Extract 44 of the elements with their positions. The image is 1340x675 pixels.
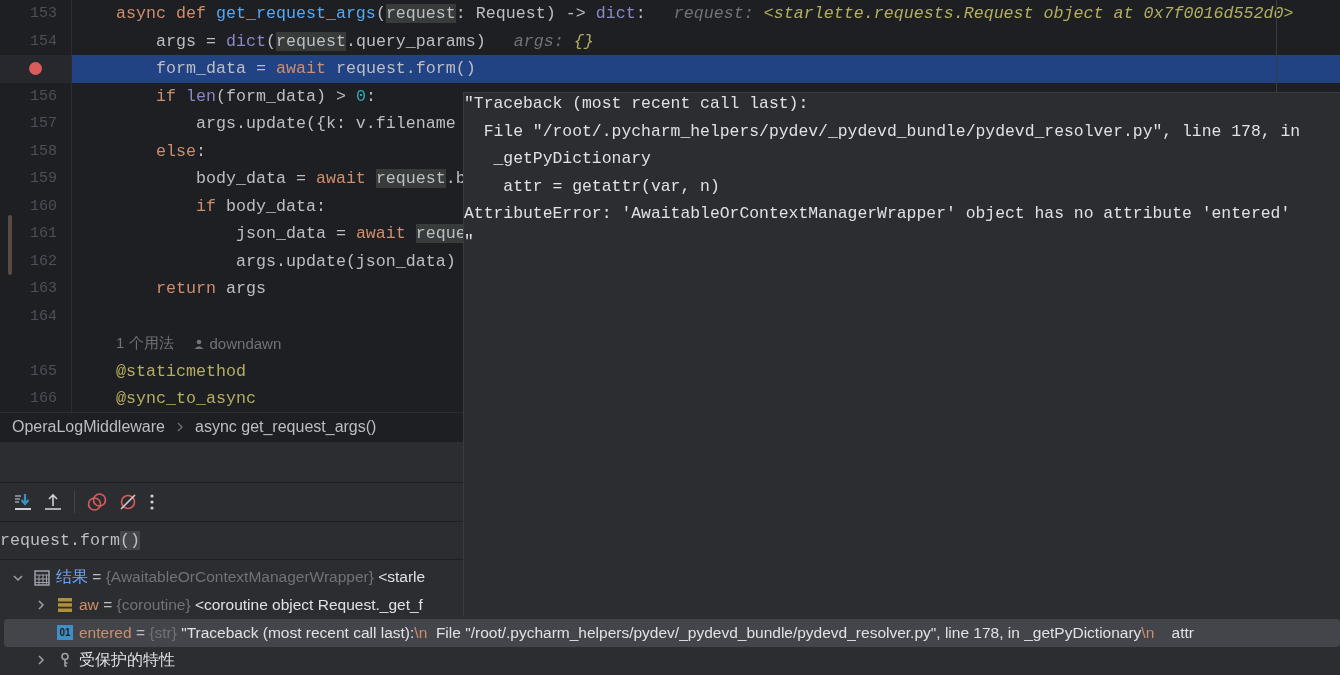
scrollbar-thumb[interactable] bbox=[8, 215, 12, 275]
code-line: if len(form_data) > 0: bbox=[154, 86, 376, 106]
variable-entry: aw = {coroutine} <coroutine object Request._get_f bbox=[79, 596, 423, 615]
more-options-icon[interactable] bbox=[149, 493, 155, 511]
stack-icon bbox=[57, 597, 73, 614]
breadcrumb-item[interactable]: async get_request_args() bbox=[195, 418, 377, 436]
chevron-right-icon[interactable] bbox=[35, 599, 47, 612]
traceback-line: attr = getattr(var, n) bbox=[502, 176, 721, 198]
breakpoints-icon[interactable] bbox=[87, 493, 107, 511]
traceback-line: "Traceback (most recent call last): bbox=[464, 94, 810, 115]
variable-entry: 结果 = {AwaitableOrContextManagerWrapper} <starle bbox=[56, 567, 426, 588]
code-line: async def get_request_args(request: Request) -> dict: bbox=[114, 4, 646, 24]
chevron-right-icon[interactable] bbox=[35, 654, 47, 667]
traceback-line: " bbox=[464, 231, 475, 253]
mute-breakpoints-icon[interactable] bbox=[119, 493, 137, 511]
variable-row[interactable]: 受保护的特性 bbox=[4, 646, 1340, 674]
table-icon bbox=[34, 569, 50, 586]
traceback-line: _getPyDictionary bbox=[492, 149, 652, 170]
code-line: args.update({k: v.filename bbox=[194, 114, 456, 134]
breakpoint-icon[interactable] bbox=[29, 62, 42, 76]
author-link[interactable]: downdawn bbox=[209, 335, 282, 353]
string-type-icon: 01 bbox=[57, 625, 73, 641]
variable-row[interactable]: 结果 = {AwaitableOrContextManagerWrapper} <starle bbox=[4, 564, 1340, 592]
code-line: else: bbox=[154, 141, 206, 161]
code-line: form_data = await request.form() bbox=[154, 59, 476, 79]
code-line: return args bbox=[154, 279, 266, 299]
inline-value-hint: args: {} bbox=[513, 31, 594, 51]
usages-link[interactable]: 1 个用法 bbox=[116, 334, 174, 354]
code-line: args = dict(request.query_params) bbox=[154, 31, 486, 51]
chevron-right-icon bbox=[177, 422, 183, 432]
code-line: args.update(json_data) bbox=[234, 251, 456, 271]
breadcrumb-item[interactable]: OperaLogMiddleware bbox=[12, 418, 165, 436]
step-into-icon[interactable] bbox=[14, 493, 32, 511]
person-icon bbox=[193, 338, 204, 349]
traceback-line: File "/root/.pycharm_helpers/pydev/_pydevd_bundle/pydevd_resolver.py", line 178, in bbox=[482, 121, 1302, 143]
traceback-line: AttributeError: 'AwaitableOrContextManagerWrapper' object has no attribute 'entered' bbox=[464, 204, 1292, 225]
variable-row[interactable]: aw = {coroutine} <coroutine object Request._get_f bbox=[4, 591, 1340, 619]
step-out-icon[interactable] bbox=[44, 493, 62, 511]
inline-value-hint: request: <starlette.requests.Request object at 0x7f0016d552d0> bbox=[673, 4, 1294, 24]
code-line: if body_data: bbox=[194, 196, 326, 216]
code-line: @sync_to_async bbox=[114, 389, 256, 409]
variable-entry: 受保护的特性 bbox=[79, 649, 175, 670]
expression-field[interactable]: request.form() bbox=[0, 531, 140, 550]
code-line: @staticmethod bbox=[114, 361, 246, 381]
